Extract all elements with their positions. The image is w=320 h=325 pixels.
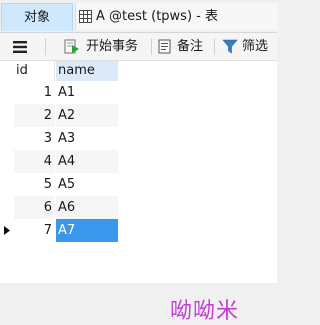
hamburger-icon bbox=[13, 41, 27, 53]
begin-transaction-label: 开始事务 bbox=[86, 39, 139, 54]
tab-table-a[interactable]: A @test (tpws) - 表 bbox=[75, 3, 278, 30]
row-marker[interactable] bbox=[0, 150, 13, 173]
begin-transaction-button[interactable]: 开始事务 bbox=[64, 33, 146, 60]
table-row[interactable]: 6 A6 bbox=[0, 196, 277, 219]
table-row[interactable]: 3 A3 bbox=[0, 127, 277, 150]
cell-id[interactable]: 7 bbox=[14, 219, 55, 242]
toolbar-separator bbox=[151, 38, 152, 55]
notes-button[interactable]: 备注 bbox=[158, 33, 210, 60]
tab-strip: 对象 A @test (tpws) - 表 bbox=[0, 0, 278, 33]
begin-transaction-icon bbox=[64, 39, 79, 54]
table-row[interactable]: 2 A2 bbox=[0, 104, 277, 127]
table-icon bbox=[79, 10, 92, 23]
cell-id[interactable]: 5 bbox=[14, 173, 55, 196]
table-row[interactable]: 5 A5 bbox=[0, 173, 277, 196]
cell-id[interactable]: 2 bbox=[14, 104, 55, 127]
filter-label: 筛选 bbox=[242, 39, 269, 54]
current-row-arrow-icon bbox=[4, 226, 10, 235]
cell-id[interactable]: 6 bbox=[14, 196, 55, 219]
toolbar-separator bbox=[45, 38, 46, 55]
cell-name[interactable]: A5 bbox=[56, 173, 118, 196]
row-marker[interactable] bbox=[0, 173, 13, 196]
cell-name[interactable]: A4 bbox=[56, 150, 118, 173]
cell-name[interactable]: A3 bbox=[56, 127, 118, 150]
toolbar-separator bbox=[214, 38, 215, 55]
row-marker[interactable] bbox=[0, 81, 13, 104]
column-header-id[interactable]: id bbox=[14, 61, 55, 81]
filter-button[interactable]: 筛选 bbox=[222, 33, 277, 60]
cell-name[interactable]: A6 bbox=[56, 196, 118, 219]
column-header-name[interactable]: name bbox=[56, 61, 118, 81]
cell-id[interactable]: 3 bbox=[14, 127, 55, 150]
cell-name[interactable]: A1 bbox=[56, 81, 118, 104]
row-marker[interactable] bbox=[0, 219, 13, 242]
table-row[interactable]: 1 A1 bbox=[0, 81, 277, 104]
watermark-text: 呦呦米 bbox=[170, 299, 240, 324]
tab-table-label: A @test (tpws) - 表 bbox=[96, 9, 218, 24]
cell-name-selected[interactable]: A7 bbox=[56, 219, 118, 242]
row-marker[interactable] bbox=[0, 104, 13, 127]
cell-id[interactable]: 4 bbox=[14, 150, 55, 173]
menu-button[interactable] bbox=[10, 33, 30, 60]
row-marker[interactable] bbox=[0, 196, 13, 219]
filter-icon bbox=[222, 39, 238, 54]
toolbar: 开始事务 备注 筛选 bbox=[0, 33, 277, 61]
table-row[interactable]: 4 A4 bbox=[0, 150, 277, 173]
tab-objects[interactable]: 对象 bbox=[1, 3, 73, 31]
cell-id[interactable]: 1 bbox=[14, 81, 55, 104]
notes-label: 备注 bbox=[177, 39, 204, 54]
row-marker[interactable] bbox=[0, 127, 13, 150]
cell-name[interactable]: A2 bbox=[56, 104, 118, 127]
data-grid: id name 1 A1 2 A2 3 A3 4 A4 5 A5 6 A6 7 bbox=[0, 61, 277, 324]
notes-icon bbox=[158, 39, 171, 54]
table-row-selected[interactable]: 7 A7 bbox=[0, 219, 277, 242]
